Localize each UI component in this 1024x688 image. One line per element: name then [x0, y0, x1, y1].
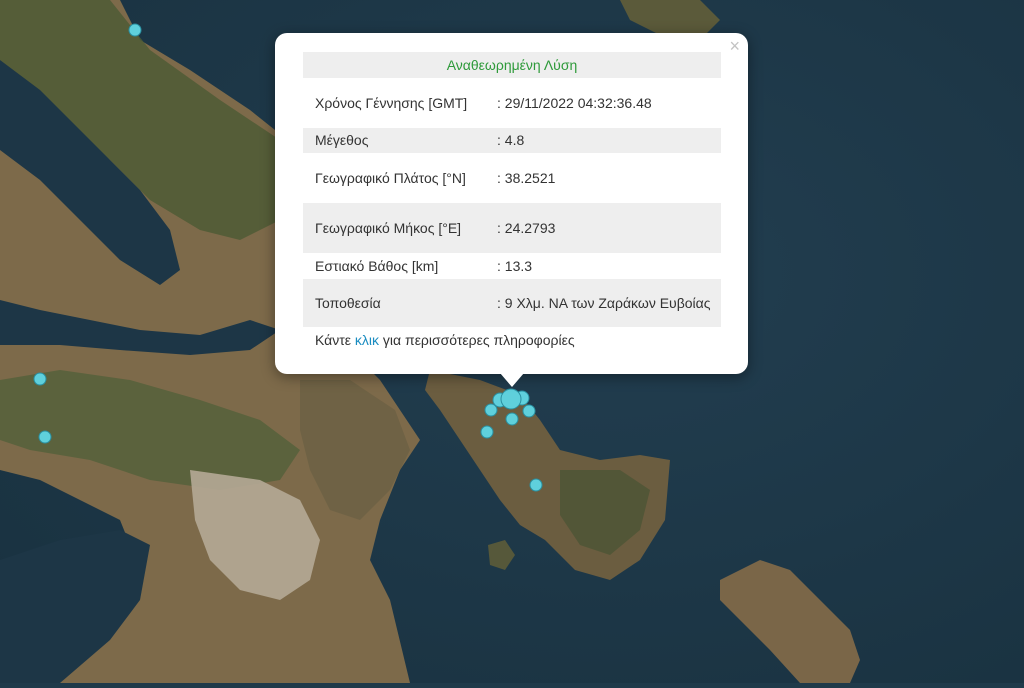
- earthquake-marker-main[interactable]: [500, 388, 522, 410]
- info-value: : 29/11/2022 04:32:36.48: [497, 94, 652, 111]
- earthquake-marker[interactable]: [480, 425, 494, 439]
- info-value: : 4.8: [497, 132, 525, 148]
- info-key: Τοποθεσία: [315, 294, 381, 311]
- earthquake-marker[interactable]: [522, 404, 536, 418]
- earthquake-marker[interactable]: [33, 372, 47, 386]
- info-value: : 38.2521: [497, 169, 556, 186]
- popup-pointer: [500, 373, 524, 387]
- footer-text-before: Κάντε: [315, 332, 355, 348]
- earthquake-marker[interactable]: [484, 403, 498, 417]
- earthquake-marker[interactable]: [529, 478, 543, 492]
- popup-footer: Κάντε κλικ για περισσότερες πληροφορίες: [315, 332, 575, 348]
- earthquake-marker[interactable]: [505, 412, 519, 426]
- close-icon[interactable]: ×: [729, 37, 740, 55]
- info-key: Εστιακό Βάθος [km]: [315, 257, 439, 274]
- info-key: Γεωγραφικό Πλάτος [°N]: [315, 169, 466, 186]
- info-row-location: Τοποθεσία : 9 Χλμ. ΝΑ των Ζαράκων Ευβοία…: [303, 279, 721, 327]
- earthquake-marker[interactable]: [128, 23, 142, 37]
- info-row-depth: Εστιακό Βάθος [km] : 13.3: [303, 253, 721, 279]
- info-key: Χρόνος Γέννησης [GMT]: [315, 94, 468, 111]
- more-info-link[interactable]: κλικ: [355, 332, 379, 348]
- info-value: : 24.2793: [497, 219, 556, 236]
- info-value: : 9 Χλμ. ΝΑ των Ζαράκων Ευβοίας: [497, 294, 711, 311]
- footer-text-after: για περισσότερες πληροφορίες: [379, 332, 575, 348]
- popup-title: Αναθεωρημένη Λύση: [303, 52, 721, 78]
- info-row-magnitude: Μέγεθος : 4.8: [303, 128, 721, 153]
- info-key: Μέγεθος: [315, 132, 369, 148]
- earthquake-info-popup: × Αναθεωρημένη Λύση Χρόνος Γέννησης [GMT…: [275, 33, 748, 374]
- info-key: Γεωγραφικό Μήκος [°E]: [315, 219, 462, 236]
- info-row-latitude: Γεωγραφικό Πλάτος [°N] : 38.2521: [303, 153, 721, 203]
- info-row-time: Χρόνος Γέννησης [GMT] : 29/11/2022 04:32…: [303, 78, 721, 128]
- earthquake-marker[interactable]: [38, 430, 52, 444]
- info-table: Αναθεωρημένη Λύση Χρόνος Γέννησης [GMT] …: [303, 52, 721, 327]
- info-value: : 13.3: [497, 257, 533, 274]
- info-row-longitude: Γεωγραφικό Μήκος [°E] : 24.2793: [303, 203, 721, 253]
